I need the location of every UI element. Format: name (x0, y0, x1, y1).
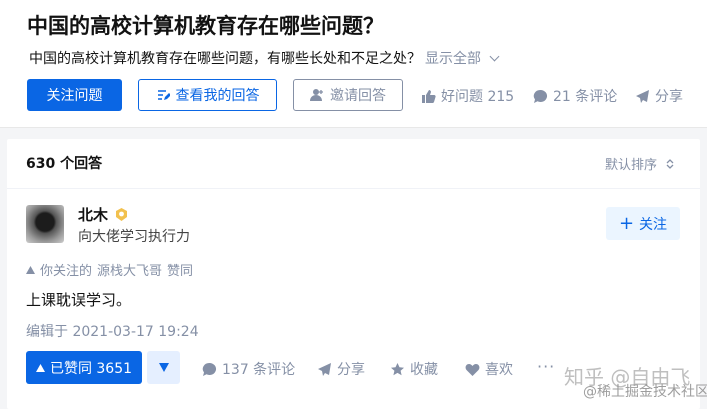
like-label: 喜欢 (485, 362, 513, 378)
upvote-button[interactable]: 已赞同 3651 (26, 351, 142, 384)
answer-count: 630 个回答 (26, 156, 103, 172)
social-proof: 你关注的 源栈大飞哥 赞同 (26, 260, 193, 279)
avatar[interactable] (26, 205, 64, 243)
view-my-answer-label: 查看我的回答 (175, 88, 260, 104)
divider (7, 188, 700, 189)
view-my-answer-button[interactable]: 查看我的回答 (138, 79, 277, 111)
answer-comments-button[interactable]: 137 条评论 (202, 359, 295, 379)
social-prefix: 你关注的 (40, 264, 93, 279)
heart-icon (465, 363, 480, 376)
star-icon (391, 362, 404, 375)
author-headline: 向大佬学习执行力 (78, 229, 190, 245)
follow-question-label: 关注问题 (46, 88, 103, 104)
chevron-down-icon (489, 51, 500, 62)
question-share-button[interactable]: 分享 (635, 86, 683, 106)
collect-label: 收藏 (410, 362, 438, 378)
show-all-label: 显示全部 (425, 51, 481, 67)
sort-dropdown[interactable]: 默认排序 (605, 154, 675, 173)
social-user[interactable]: 源栈大飞哥 (97, 260, 162, 279)
follow-question-button[interactable]: 关注问题 (27, 79, 122, 111)
follow-author-button[interactable]: + 关注 (606, 207, 680, 240)
badge-icon (116, 208, 128, 221)
thumbs-up-icon (422, 89, 436, 103)
sort-label: 默认排序 (604, 158, 657, 173)
share-icon (636, 89, 649, 103)
answer-share-label: 分享 (337, 362, 365, 378)
triangle-up-icon (26, 265, 35, 274)
plus-icon: + (618, 212, 635, 234)
question-comments-button[interactable]: 21 条评论 (533, 86, 617, 106)
invite-user-icon (310, 89, 323, 101)
invite-answer-button[interactable]: 邀请回答 (293, 79, 403, 111)
more-options-button[interactable]: ··· (537, 357, 555, 376)
sort-toggle-icon (666, 158, 674, 169)
invite-answer-label: 邀请回答 (330, 88, 386, 104)
triangle-up-icon (35, 363, 45, 372)
edit-timestamp: 编辑于 2021-03-17 19:24 (26, 324, 199, 340)
share-icon (318, 362, 331, 376)
question-comments-label: 21 条评论 (553, 89, 618, 105)
follow-author-label: 关注 (639, 216, 668, 233)
downvote-button[interactable] (147, 351, 180, 384)
answer-comments-label: 137 条评论 (222, 362, 296, 378)
social-action: 赞同 (167, 264, 194, 279)
answer-share-button[interactable]: 分享 (317, 359, 365, 379)
watermark-juejin: @稀土掘金技术社区 (583, 384, 707, 400)
collect-button[interactable]: 收藏 (390, 359, 438, 379)
good-question-label: 好问题 215 (441, 89, 515, 105)
edit-icon (157, 90, 170, 100)
answer-content: 上课耽误学习。 (26, 291, 132, 309)
question-detail-text: 中国的高校计算机教育存在哪些问题，有哪些长处和不足之处？ (29, 51, 421, 67)
author-name[interactable]: 北木 (78, 204, 108, 225)
upvote-label: 已赞同 3651 (49, 360, 133, 377)
question-detail: 中国的高校计算机教育存在哪些问题，有哪些长处和不足之处？ 显示全部 (29, 48, 500, 68)
comment-icon (533, 89, 548, 103)
triangle-down-icon (158, 363, 169, 372)
question-share-label: 分享 (655, 89, 683, 105)
question-title: 中国的高校计算机教育存在哪些问题？ (27, 14, 384, 38)
good-question-button[interactable]: 好问题 215 (421, 86, 514, 106)
comment-icon (202, 362, 217, 376)
like-button[interactable]: 喜欢 (465, 359, 513, 379)
question-header: 中国的高校计算机教育存在哪些问题？ 中国的高校计算机教育存在哪些问题，有哪些长处… (0, 0, 707, 128)
show-all-link[interactable]: 显示全部 (425, 51, 500, 67)
author-name-row: 北木 (78, 204, 129, 225)
